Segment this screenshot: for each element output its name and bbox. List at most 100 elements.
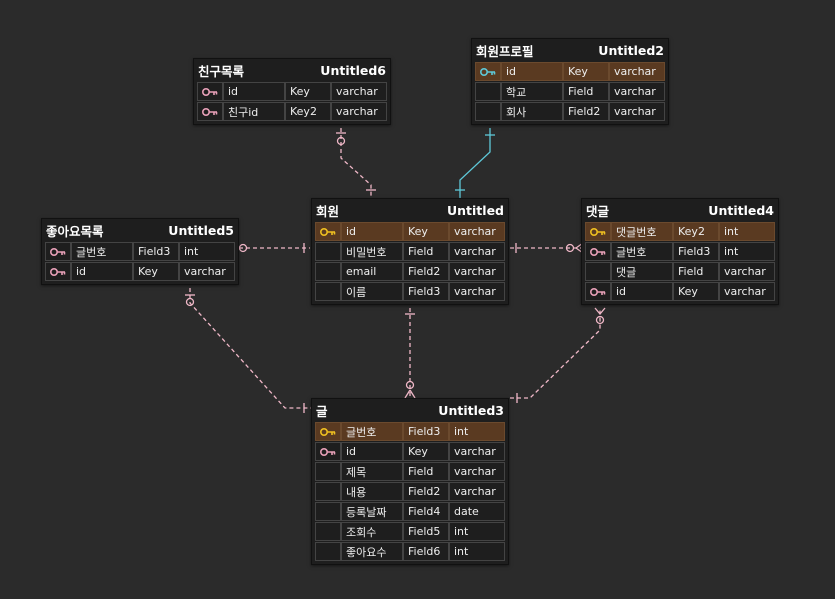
fk-key-icon <box>45 242 71 261</box>
column-key: Key <box>403 222 449 241</box>
column-type: varchar <box>449 482 505 501</box>
column-name: id <box>611 282 673 301</box>
column-name: id <box>71 262 133 281</box>
table-logical-name: Untitled5 <box>168 222 234 238</box>
pk-key-icon <box>315 422 341 441</box>
table-row[interactable]: id Key varchar <box>197 82 387 101</box>
column-name: 내용 <box>341 482 403 501</box>
column-key: Field <box>563 82 609 101</box>
table-row[interactable]: id Key varchar <box>585 282 775 301</box>
table-name: 글 <box>316 403 328 419</box>
table-friends[interactable]: 친구목록 Untitled6 id Key varchar 친구id Key2 varchar <box>193 58 391 125</box>
table-row[interactable]: 글번호 Field3 int <box>45 242 235 261</box>
table-logical-name: Untitled <box>447 202 504 218</box>
table-name: 좋아요목록 <box>46 223 104 239</box>
column-name: id <box>341 222 403 241</box>
table-row[interactable]: 좋아요수 Field6 int <box>315 542 505 561</box>
column-name: 댓글 <box>611 262 673 281</box>
table-row[interactable]: 내용 Field2 varchar <box>315 482 505 501</box>
table-row[interactable]: 댓글 Field varchar <box>585 262 775 281</box>
relation-friends-member <box>340 128 372 198</box>
empty-icon-cell <box>315 482 341 501</box>
column-name: 좋아요수 <box>341 542 403 561</box>
column-name: 회사 <box>501 102 563 121</box>
table-row[interactable]: id Key varchar <box>315 222 505 241</box>
column-name: id <box>223 82 285 101</box>
column-key: Key <box>563 62 609 81</box>
empty-icon-cell <box>315 282 341 301</box>
column-name: 댓글번호 <box>611 222 673 241</box>
table-row[interactable]: 등록날짜 Field4 date <box>315 502 505 521</box>
erd-canvas[interactable]: 친구목록 Untitled6 id Key varchar 친구id Key2 varchar… <box>0 0 835 599</box>
table-name: 회원프로필 <box>476 43 534 59</box>
table-row[interactable]: 회사 Field2 varchar <box>475 102 665 121</box>
table-header[interactable]: 회원 Untitled <box>312 199 508 221</box>
column-type: varchar <box>449 282 505 301</box>
table-logical-name: Untitled3 <box>438 402 504 418</box>
table-member[interactable]: 회원 Untitled id Key varchar 비밀번호 Field varchar em… <box>311 198 509 305</box>
column-name: 이름 <box>341 282 403 301</box>
column-key: Field6 <box>403 542 449 561</box>
pk-key-icon <box>315 222 341 241</box>
column-name: id <box>341 442 403 461</box>
empty-icon-cell <box>475 102 501 121</box>
column-name: 등록날짜 <box>341 502 403 521</box>
column-key: Field <box>673 262 719 281</box>
empty-icon-cell <box>315 522 341 541</box>
table-name: 친구목록 <box>198 63 245 79</box>
column-key: Field5 <box>403 522 449 541</box>
table-header[interactable]: 좋아요목록 Untitled5 <box>42 219 238 241</box>
table-name: 댓글 <box>586 203 610 219</box>
column-type: varchar <box>609 102 665 121</box>
empty-icon-cell <box>475 82 501 101</box>
table-logical-name: Untitled2 <box>598 42 664 58</box>
fk-key-icon <box>315 442 341 461</box>
column-key: Field <box>403 242 449 261</box>
column-key: Field3 <box>673 242 719 261</box>
table-row[interactable]: 이름 Field3 varchar <box>315 282 505 301</box>
table-name: 회원 <box>316 203 340 219</box>
table-row[interactable]: 학교 Field varchar <box>475 82 665 101</box>
table-row[interactable]: 비밀번호 Field varchar <box>315 242 505 261</box>
table-row[interactable]: 댓글번호 Key2 int <box>585 222 775 241</box>
table-row[interactable]: 친구id Key2 varchar <box>197 102 387 121</box>
column-name: 제목 <box>341 462 403 481</box>
column-name: 글번호 <box>611 242 673 261</box>
column-type: varchar <box>609 82 665 101</box>
column-key: Key <box>285 82 331 101</box>
table-row[interactable]: 글번호 Field3 int <box>315 422 505 441</box>
column-type: varchar <box>449 462 505 481</box>
column-key: Field4 <box>403 502 449 521</box>
column-key: Field2 <box>403 482 449 501</box>
table-header[interactable]: 글 Untitled3 <box>312 399 508 421</box>
table-header[interactable]: 친구목록 Untitled6 <box>194 59 390 81</box>
column-key: Key <box>133 262 179 281</box>
column-type: int <box>719 222 775 241</box>
table-comment[interactable]: 댓글 Untitled4 댓글번호 Key2 int 글번호 Field3 int 댓글 Fiel… <box>581 198 779 305</box>
column-name: id <box>501 62 563 81</box>
table-row[interactable]: email Field2 varchar <box>315 262 505 281</box>
table-header[interactable]: 댓글 Untitled4 <box>582 199 778 221</box>
table-row[interactable]: id Key varchar <box>475 62 665 81</box>
table-row[interactable]: 조회수 Field5 int <box>315 522 505 541</box>
table-row[interactable]: 글번호 Field3 int <box>585 242 775 261</box>
fk-key-icon <box>197 102 223 121</box>
column-name: 글번호 <box>341 422 403 441</box>
column-key: Key <box>403 442 449 461</box>
empty-icon-cell <box>315 242 341 261</box>
fk-key-icon <box>585 242 611 261</box>
column-type: varchar <box>719 282 775 301</box>
table-row[interactable]: id Key varchar <box>315 442 505 461</box>
column-key: Key <box>673 282 719 301</box>
column-name: 학교 <box>501 82 563 101</box>
table-header[interactable]: 회원프로필 Untitled2 <box>472 39 668 61</box>
table-row[interactable]: 제목 Field varchar <box>315 462 505 481</box>
table-profile[interactable]: 회원프로필 Untitled2 id Key varchar 학교 Field varchar… <box>471 38 669 125</box>
table-row[interactable]: id Key varchar <box>45 262 235 281</box>
relation-profile-member <box>459 128 491 198</box>
column-name: 친구id <box>223 102 285 121</box>
column-type: varchar <box>449 442 505 461</box>
column-key: Field3 <box>403 282 449 301</box>
table-likes[interactable]: 좋아요목록 Untitled5 글번호 Field3 int id Key varchar <box>41 218 239 285</box>
table-post[interactable]: 글 Untitled3 글번호 Field3 int id Key varchar 제목 Fiel… <box>311 398 509 565</box>
